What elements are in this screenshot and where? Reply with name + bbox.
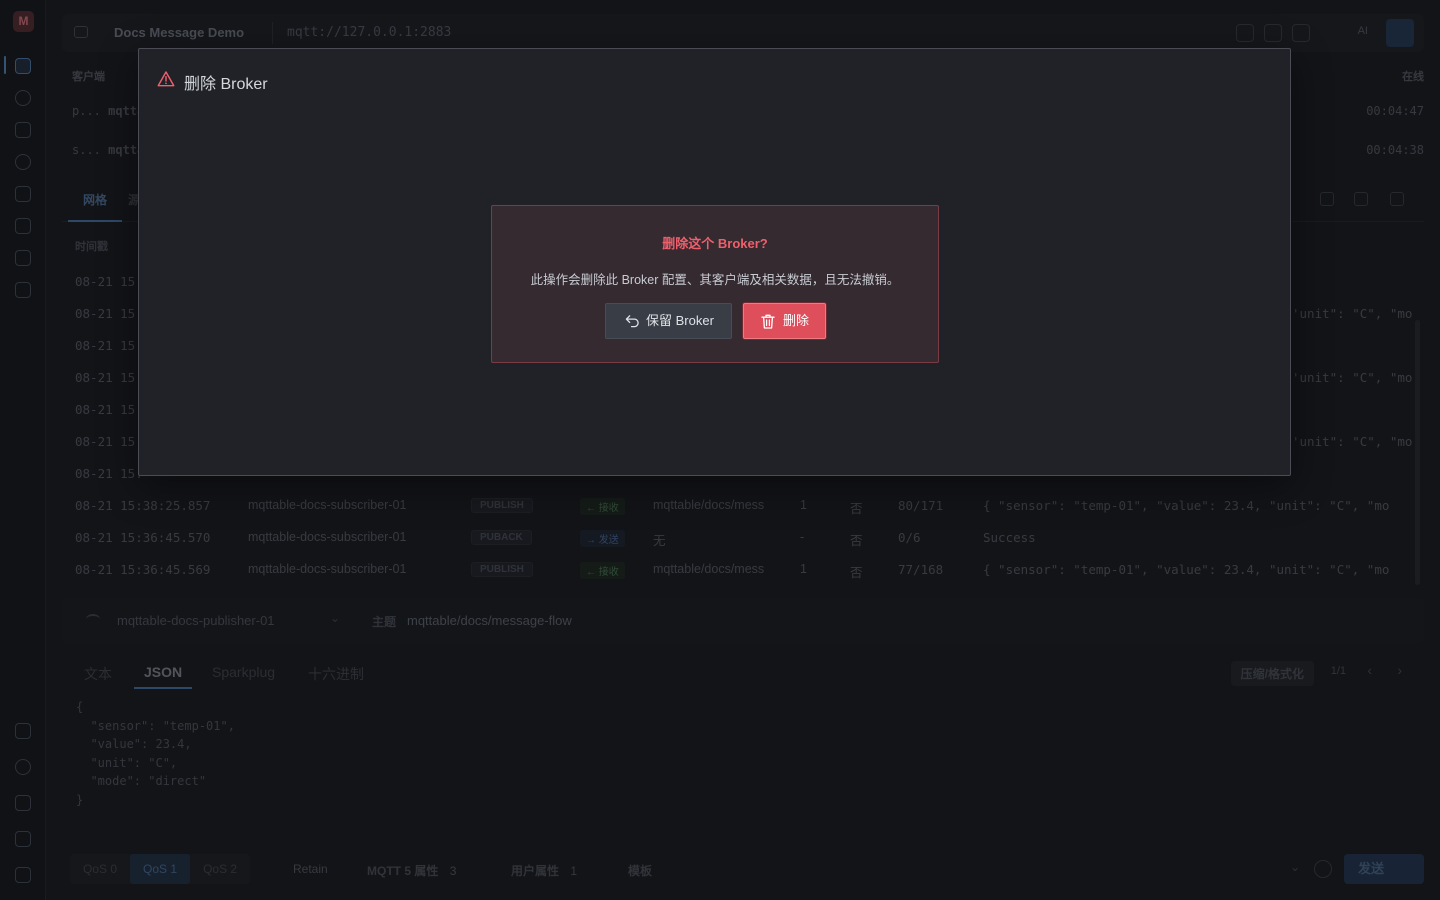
confirm-description: 此操作会删除此 Broker 配置、其客户端及相关数据，且无法撤销。 [530,273,900,287]
keep-broker-label: 保留 Broker [646,313,714,328]
delete-button[interactable]: 删除 [743,303,826,339]
delete-label: 删除 [783,313,810,328]
dialog-title: 删除 Broker [184,76,268,93]
warning-icon [157,71,175,87]
undo-icon [625,315,639,328]
keep-broker-button[interactable]: 保留 Broker [605,303,732,339]
confirm-question: 删除这个 Broker? [662,236,768,251]
trash-icon [761,314,775,329]
danger-confirm-box: 删除这个 Broker? 此操作会删除此 Broker 配置、其客户端及相关数据… [491,205,939,363]
delete-broker-dialog: 删除 Broker 删除这个 Broker? 此操作会删除此 Broker 配置… [138,48,1291,476]
